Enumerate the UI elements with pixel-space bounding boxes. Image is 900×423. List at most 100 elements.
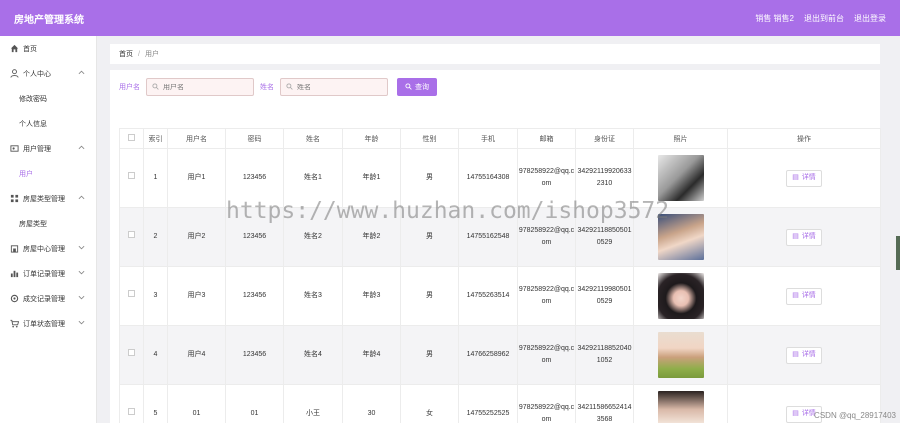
sidebar-group-deal-records[interactable]: 成交记录管理 [0,286,96,311]
age-cell: 年龄3 [342,266,401,326]
sidebar-group-users[interactable]: 用户管理 [0,136,96,161]
row-checkbox[interactable] [128,408,135,415]
row-select-cell[interactable] [119,148,144,208]
name-cell: 姓名3 [283,266,343,326]
sidebar-group-house-center[interactable]: 房屋中心管理 [0,236,96,261]
users-icon [10,144,19,153]
username-cell: 用户1 [167,148,226,208]
row-checkbox[interactable] [128,290,135,297]
query-button-label: 查询 [415,84,429,91]
name-search-input[interactable] [297,83,377,91]
chevron-up-icon [78,194,86,202]
bar-chart-icon [10,269,19,278]
row-select-cell[interactable] [119,325,144,385]
detail-button[interactable]: ▤ 详情 [786,228,822,246]
chevron-down-icon [78,269,86,277]
sidebar-item-house-type[interactable]: 房屋类型 [0,211,96,236]
row-checkbox[interactable] [128,349,135,356]
row-select-cell[interactable] [119,266,144,326]
house-icon [10,244,19,253]
cart-icon [10,319,19,328]
sidebar-item-users[interactable]: 用户 [0,161,96,186]
age-cell: 年龄2 [342,207,401,267]
breadcrumb-current: 用户 [144,51,159,58]
email-cell: 978258922@qq.com [517,207,576,267]
sidebar-item-change-password[interactable]: 修改密码 [0,86,96,111]
back-to-front-link[interactable]: 退出到前台 [804,13,844,24]
phone-cell: 14755252525 [458,384,518,423]
current-user: 销售 销售2 [755,13,794,23]
row-checkbox[interactable] [128,231,135,238]
age-cell: 年龄1 [342,148,401,208]
phone-cell: 14755263514 [458,266,518,326]
user-list-panel: 用户名 姓名 查询 索引 用户名 [110,70,881,423]
username-cell: 01 [167,384,226,423]
row-select-cell[interactable] [119,207,144,267]
detail-button[interactable]: ▤ 详情 [786,346,822,364]
scrollbar-thumb[interactable] [896,236,900,270]
sidebar-item-label: 订单状态管理 [23,320,65,328]
column-header: 身份证 [575,128,634,149]
row-checkbox[interactable] [128,172,135,179]
table-row: 1 用户1 123456 姓名1 年龄1 男 14755164308 97825… [119,148,881,208]
username-label: 用户名 [119,84,140,91]
gender-cell: 男 [400,325,459,385]
search-icon [405,82,412,92]
sidebar-group-personal[interactable]: 个人中心 [0,61,96,86]
csdn-watermark: CSDN @qq_28917403 [814,411,896,420]
logout-link[interactable]: 退出登录 [854,13,886,24]
detail-button-label: 详情 [801,233,816,240]
search-bar: 用户名 姓名 查询 [119,78,437,96]
sidebar-item-label: 用户 [19,170,33,178]
age-cell: 30 [342,384,401,423]
table-row: 2 用户2 123456 姓名2 年龄2 男 14755162548 97825… [119,207,881,267]
password-cell: 123456 [225,266,284,326]
user-photo [657,391,704,423]
index-cell: 1 [143,148,168,208]
sidebar-item-label: 用户管理 [23,145,51,153]
password-cell: 01 [225,384,284,423]
username-cell: 用户3 [167,266,226,326]
name-label: 姓名 [260,84,274,91]
document-icon: ▤ [792,233,799,240]
sidebar-group-order-records[interactable]: 订单记录管理 [0,261,96,286]
sidebar-item-label: 订单记录管理 [23,270,65,278]
select-all-checkbox[interactable] [128,134,135,141]
name-search-field[interactable] [280,78,388,96]
idcard-cell: 342921199206332310 [575,148,634,208]
table-header-row: 索引 用户名 密码 姓名 年龄 性别 手机 邮箱 身份证 照片 操作 [119,128,881,149]
action-cell: ▤ 详情 [727,207,881,267]
sidebar-item-home[interactable]: 首页 [0,36,96,61]
username-search-field[interactable] [146,78,254,96]
grid-icon [10,194,19,203]
search-icon [286,82,293,92]
column-header: 密码 [225,128,284,149]
sidebar-item-label: 房屋类型 [19,220,47,228]
index-cell: 4 [143,325,168,385]
gender-cell: 女 [400,384,459,423]
breadcrumb-home[interactable]: 首页 [119,49,133,59]
row-select-cell[interactable] [119,384,144,423]
select-all-header[interactable] [119,128,144,149]
user-icon [10,69,19,78]
photo-cell [633,148,728,208]
username-search-input[interactable] [163,83,243,91]
sidebar-item-profile[interactable]: 个人信息 [0,111,96,136]
idcard-cell: 342921188520401052 [575,325,634,385]
age-cell: 年龄4 [342,325,401,385]
action-cell: ▤ 详情 [727,266,881,326]
query-button[interactable]: 查询 [397,78,437,96]
detail-button[interactable]: ▤ 详情 [786,287,822,305]
chevron-up-icon [78,69,86,77]
detail-button[interactable]: ▤ 详情 [786,169,822,187]
sidebar-group-house-types[interactable]: 房屋类型管理 [0,186,96,211]
idcard-cell: 342921199805010529 [575,266,634,326]
username-cell: 用户4 [167,325,226,385]
chevron-down-icon [78,319,86,327]
user-photo [657,155,704,201]
sidebar-group-order-status[interactable]: 订单状态管理 [0,311,96,336]
user-photo [657,332,704,378]
user-photo [657,214,704,260]
search-icon [152,82,159,92]
table-row: 5 01 01 小王 30 女 14755252525 978258922@qq… [119,384,881,423]
